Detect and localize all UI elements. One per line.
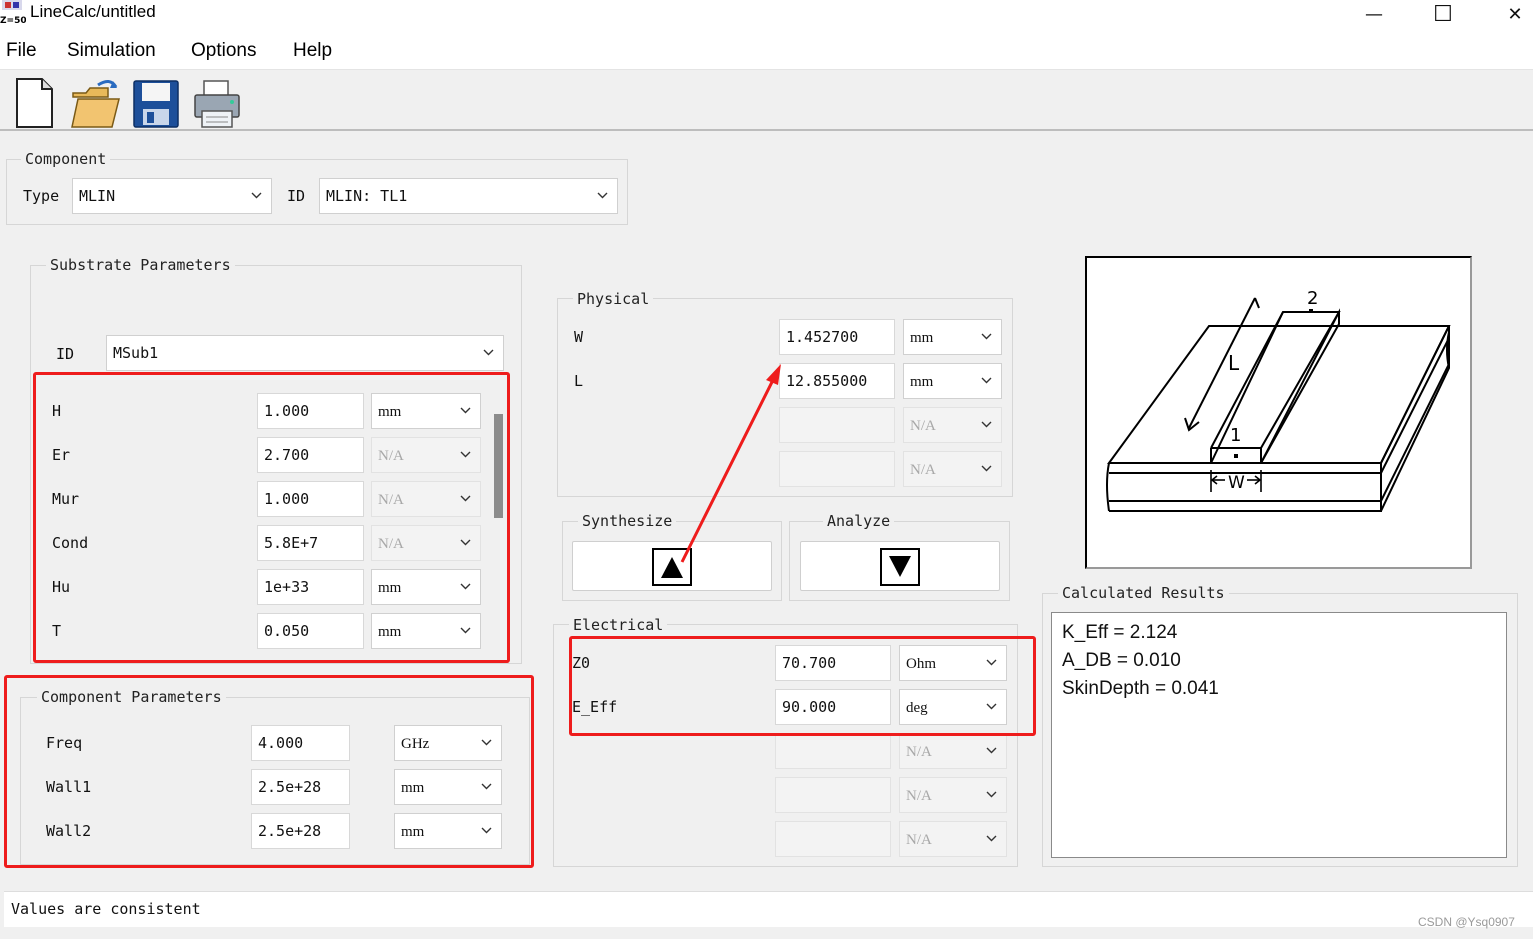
type-value: MLIN — [79, 187, 116, 205]
electrical-empty-3-unit-select: N/A — [899, 777, 1007, 813]
physical-w-unit-select[interactable]: mm — [903, 319, 1002, 355]
save-disk-icon[interactable] — [131, 77, 181, 129]
annotation-box-component-params — [4, 675, 534, 868]
printer-icon[interactable] — [192, 77, 242, 129]
type-select[interactable]: MLIN — [72, 178, 272, 214]
menu-simulation[interactable]: Simulation — [67, 40, 156, 62]
component-legend: Component — [21, 150, 111, 168]
physical-empty-2-unit-value: N/A — [910, 418, 936, 434]
substrate-id-label: ID — [56, 345, 75, 363]
analyze-legend: Analyze — [823, 512, 895, 530]
electrical-empty-3-value-input — [775, 777, 891, 813]
physical-w-unit-value: mm — [910, 330, 934, 346]
component-id-label: ID — [287, 187, 306, 205]
open-folder-icon[interactable] — [70, 77, 120, 129]
annotation-box-electrical — [569, 636, 1036, 736]
physical-empty-3-unit-value: N/A — [910, 462, 936, 478]
physical-w-value-input[interactable]: 1.452700 — [779, 319, 895, 355]
analyze-button[interactable] — [800, 541, 1000, 591]
length-label: L — [1228, 351, 1240, 375]
chevron-down-icon — [251, 192, 262, 199]
substrate-legend: Substrate Parameters — [46, 256, 235, 274]
physical-w-label: W — [574, 328, 584, 346]
physical-l-unit-value: mm — [910, 374, 934, 390]
window-title: LineCalc/untitled — [30, 2, 156, 21]
chevron-down-icon — [986, 791, 997, 798]
physical-legend: Physical — [573, 290, 654, 308]
component-id-select[interactable]: MLIN: TL1 — [319, 178, 618, 214]
physical-l-value-input[interactable]: 12.855000 — [779, 363, 895, 399]
physical-empty-2-value-input — [779, 407, 895, 443]
physical-empty-2-unit-select: N/A — [903, 407, 1002, 443]
result-k-eff: K_Eff = 2.124 — [1062, 622, 1178, 643]
chevron-down-icon — [986, 747, 997, 754]
maximize-button[interactable]: ☐ — [1413, 0, 1473, 28]
microstrip-diagram: W 1 2 L — [1085, 256, 1472, 569]
menu-bar: File Simulation Options Help — [0, 34, 1533, 70]
down-triangle-icon — [880, 548, 920, 586]
component-id-value: MLIN: TL1 — [326, 187, 408, 205]
chevron-down-icon — [981, 421, 992, 428]
chevron-down-icon — [981, 377, 992, 384]
physical-empty-3-value-input — [779, 451, 895, 487]
result-a-db: A_DB = 0.010 — [1062, 650, 1181, 671]
app-icon: Z=50 — [0, 0, 26, 26]
annotation-arrow — [680, 364, 781, 563]
physical-empty-3-unit-select: N/A — [903, 451, 1002, 487]
app-icon-label: Z=50 — [0, 16, 26, 26]
results-textbox[interactable]: K_Eff = 2.124 A_DB = 0.010 SkinDepth = 0… — [1051, 612, 1507, 858]
menu-help[interactable]: Help — [293, 40, 332, 62]
electrical-empty-2-value-input — [775, 733, 891, 769]
substrate-id-value: MSub1 — [113, 344, 159, 362]
chevron-down-icon — [483, 349, 494, 356]
physical-l-unit-select[interactable]: mm — [903, 363, 1002, 399]
type-label: Type — [23, 187, 60, 205]
status-text: Values are consistent — [11, 900, 201, 918]
annotation-box-substrate — [33, 372, 510, 663]
watermark-text: CSDN @Ysq0907 — [1418, 915, 1515, 929]
menu-file[interactable]: File — [6, 40, 37, 62]
microstrip-drawing: W 1 2 L — [1106, 288, 1451, 512]
close-button[interactable]: ✕ — [1485, 0, 1533, 28]
electrical-empty-4-unit-select: N/A — [899, 821, 1007, 857]
menu-options[interactable]: Options — [191, 40, 256, 62]
status-bar — [4, 891, 1533, 927]
physical-l-label: L — [574, 372, 584, 390]
chevron-down-icon — [981, 465, 992, 472]
toolbar — [0, 71, 1533, 131]
electrical-empty-4-unit-value: N/A — [906, 832, 932, 848]
chevron-down-icon — [981, 333, 992, 340]
minimize-button[interactable]: — — [1344, 0, 1404, 28]
new-document-icon[interactable] — [10, 77, 60, 129]
substrate-id-select[interactable]: MSub1 — [106, 335, 504, 371]
chevron-down-icon — [597, 192, 608, 199]
synthesize-legend: Synthesize — [578, 512, 677, 530]
port1-label: 1 — [1230, 425, 1241, 446]
electrical-empty-4-value-input — [775, 821, 891, 857]
title-bar — [0, 0, 1533, 34]
width-label: W — [1228, 473, 1245, 493]
results-legend: Calculated Results — [1058, 584, 1229, 602]
chevron-down-icon — [986, 835, 997, 842]
electrical-legend: Electrical — [569, 616, 668, 634]
electrical-empty-3-unit-value: N/A — [906, 788, 932, 804]
electrical-empty-2-unit-select: N/A — [899, 733, 1007, 769]
electrical-empty-2-unit-value: N/A — [906, 744, 932, 760]
port2-label: 2 — [1307, 288, 1318, 309]
result-skin-depth: SkinDepth = 0.041 — [1062, 678, 1219, 699]
